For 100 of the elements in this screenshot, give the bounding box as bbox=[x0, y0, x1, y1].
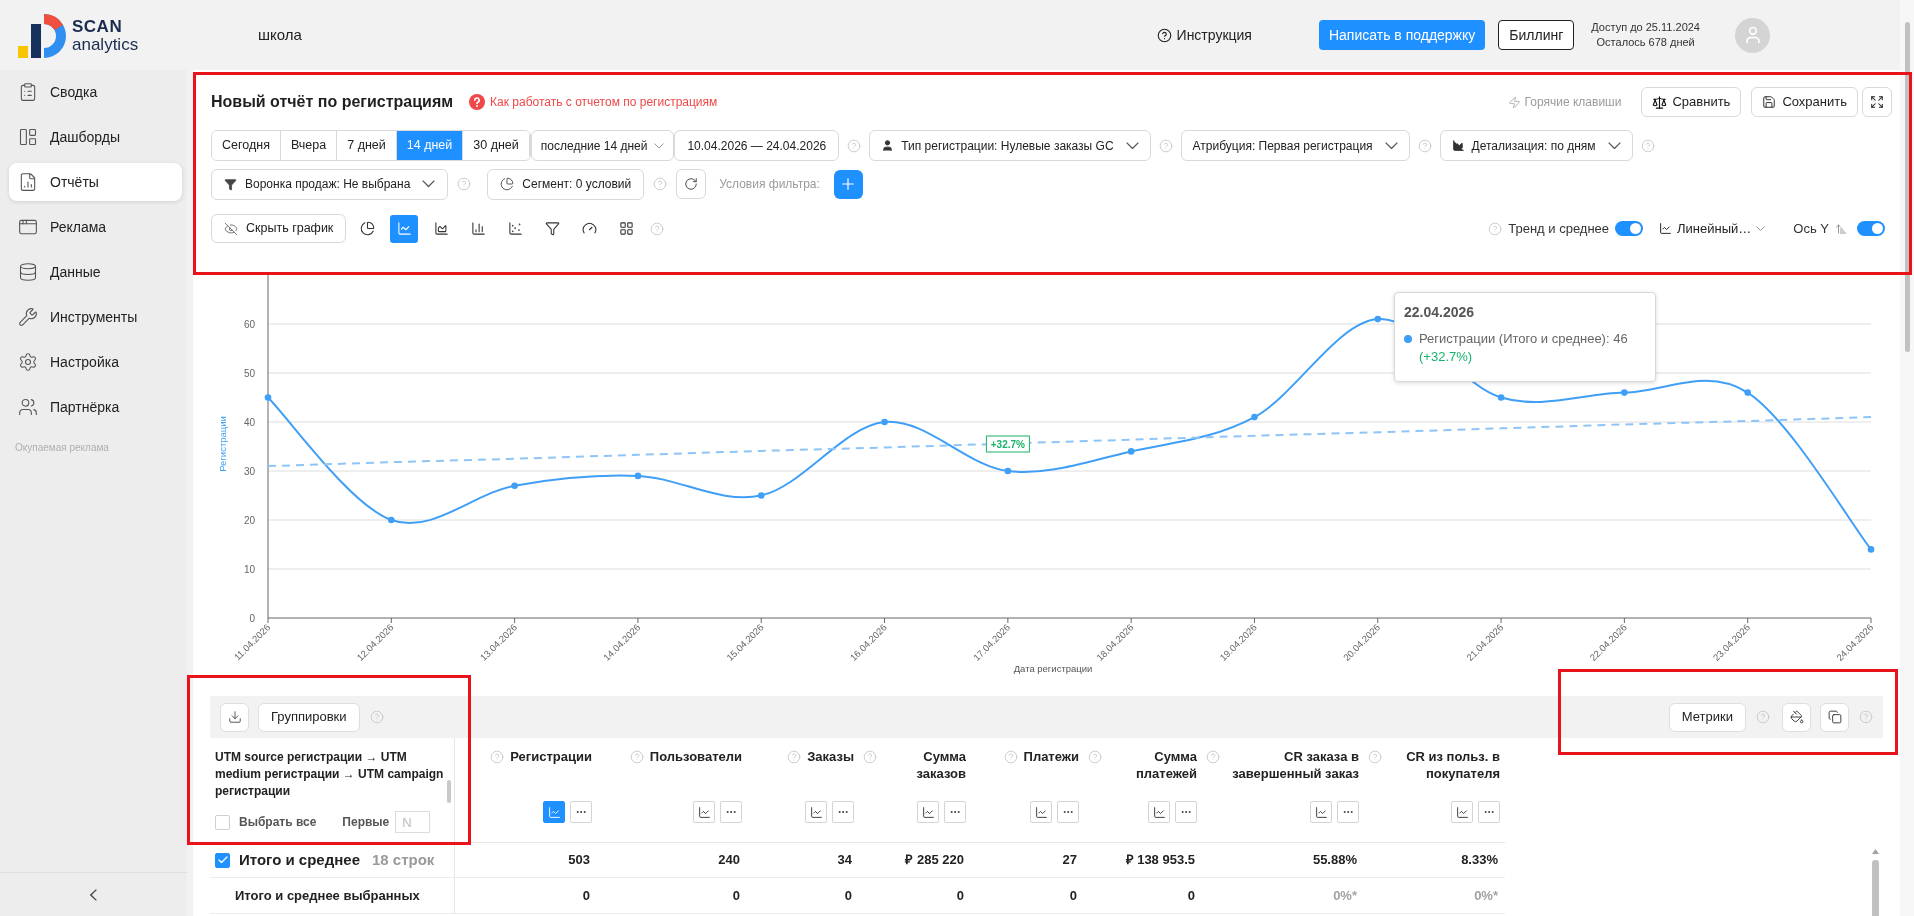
select-all-checkbox[interactable] bbox=[215, 814, 230, 830]
scrollbar-thumb[interactable] bbox=[1904, 22, 1910, 352]
help-icon[interactable] bbox=[1206, 750, 1220, 764]
more-button[interactable] bbox=[1337, 801, 1359, 823]
area-chart-icon bbox=[433, 221, 449, 236]
axis-tick-label: 40 bbox=[243, 416, 255, 428]
funnel-select[interactable]: Воронка продаж: Не выбрана bbox=[211, 168, 449, 200]
help-icon[interactable] bbox=[863, 750, 877, 764]
filter-select[interactable]: Тип регистрации: Нулевые заказы GC bbox=[869, 130, 1151, 161]
period-select[interactable]: последние 14 дней bbox=[530, 130, 675, 161]
row-checkbox[interactable] bbox=[215, 852, 230, 868]
paint-button[interactable] bbox=[1782, 702, 1811, 732]
data-point bbox=[634, 472, 642, 480]
help-icon[interactable] bbox=[490, 750, 505, 764]
column-title[interactable]: CR заказа в завершенный заказ bbox=[1226, 748, 1359, 782]
area-chart-icon bbox=[1451, 139, 1465, 152]
help-icon[interactable] bbox=[1088, 750, 1102, 764]
scatter-chart-icon bbox=[507, 221, 523, 236]
column-title[interactable]: Регистрации bbox=[510, 748, 592, 765]
column-title[interactable]: Сумма платежей bbox=[1108, 748, 1197, 782]
filter-select[interactable]: Детализация: по дням bbox=[1439, 130, 1633, 161]
refresh-button[interactable] bbox=[676, 169, 707, 199]
date-range-field[interactable]: 10.04.2026 — 24.04.2026 bbox=[674, 130, 840, 161]
help-icon[interactable] bbox=[1488, 221, 1503, 236]
sidebar-item[interactable]: Отчёты bbox=[9, 163, 182, 201]
sidebar-item[interactable]: Данные bbox=[9, 253, 182, 291]
table-cell-text: 0 bbox=[1186, 886, 1196, 905]
period-button[interactable]: Сегодня bbox=[212, 131, 281, 160]
help-icon[interactable] bbox=[1640, 138, 1655, 153]
line-chart-icon bbox=[1659, 222, 1673, 235]
axis-tick-label: 30 bbox=[243, 465, 255, 477]
select-all-label[interactable]: Выбрать все bbox=[239, 813, 317, 831]
avatar-icon[interactable] bbox=[1735, 17, 1770, 53]
clipboard-list-icon bbox=[18, 82, 38, 102]
help-icon[interactable] bbox=[650, 221, 665, 236]
more-button[interactable] bbox=[720, 801, 742, 823]
more-button[interactable] bbox=[944, 801, 966, 823]
help-icon[interactable] bbox=[1417, 138, 1432, 153]
toggle-switch[interactable] bbox=[1615, 221, 1644, 236]
table-cell-text: ₽ 285 220 bbox=[904, 851, 965, 870]
scrollbar-thumb[interactable] bbox=[447, 780, 451, 803]
paint-bucket-icon bbox=[1789, 710, 1804, 724]
help-icon[interactable] bbox=[847, 138, 862, 153]
sidebar-item[interactable]: Инструменты bbox=[9, 298, 182, 336]
first-n-field[interactable]: N bbox=[395, 811, 431, 833]
more-button[interactable] bbox=[1057, 801, 1079, 823]
more-button[interactable] bbox=[570, 801, 592, 823]
more-button[interactable] bbox=[1175, 801, 1197, 823]
save-button[interactable]: Сохранить bbox=[1751, 87, 1858, 117]
help-icon[interactable] bbox=[457, 177, 472, 191]
column-title[interactable]: Сумма заказов bbox=[883, 748, 966, 782]
chevron-down-icon bbox=[422, 180, 436, 188]
sidebar-item[interactable]: Сводка bbox=[9, 73, 182, 111]
sidebar-item[interactable]: Настройка bbox=[9, 343, 182, 381]
chevron-down-icon bbox=[654, 142, 665, 149]
axis-tick-label: 0 bbox=[249, 612, 255, 624]
line-chart-icon bbox=[1455, 805, 1469, 819]
hide-chart-button[interactable]: Скрыть график bbox=[211, 214, 347, 243]
toggle-switch[interactable] bbox=[1857, 221, 1885, 236]
copy-button[interactable] bbox=[1820, 702, 1849, 732]
sidebar-item[interactable]: Реклама bbox=[9, 208, 182, 246]
data-point bbox=[1127, 448, 1135, 455]
billing-button[interactable]: Биллинг bbox=[1498, 20, 1575, 50]
scroll-up-arrow-icon[interactable] bbox=[1871, 849, 1879, 854]
column-title[interactable]: Платежи bbox=[1023, 748, 1079, 765]
help-link[interactable]: Как работать с отчетом по регистрациям bbox=[490, 93, 718, 111]
y-axis-title: Регистрации bbox=[217, 416, 228, 472]
more-button[interactable] bbox=[832, 801, 854, 823]
column-title[interactable]: Заказы bbox=[807, 748, 854, 765]
add-filter-button[interactable] bbox=[833, 169, 863, 199]
instruction-link[interactable]: Инструкция bbox=[1156, 24, 1252, 46]
table-cell-text: 34 bbox=[836, 851, 853, 870]
scale-select[interactable]: Линейный… bbox=[1659, 218, 1766, 239]
table-cell-text: 27 bbox=[1061, 851, 1078, 870]
project-name[interactable]: школа bbox=[258, 23, 302, 47]
help-icon[interactable] bbox=[787, 750, 802, 764]
table-cell-text: 0 bbox=[731, 886, 741, 905]
line-chart-icon bbox=[921, 805, 935, 819]
fullscreen-button[interactable] bbox=[1862, 87, 1892, 117]
help-icon[interactable] bbox=[653, 177, 668, 191]
filter-select[interactable]: Атрибуция: Первая регистрация bbox=[1180, 130, 1410, 161]
help-icon[interactable] bbox=[1003, 750, 1018, 764]
sidebar-item[interactable]: Партнёрка bbox=[9, 388, 182, 426]
scrollbar-thumb[interactable] bbox=[1871, 860, 1879, 916]
table-cell-text: 503 bbox=[567, 851, 591, 870]
more-button[interactable] bbox=[1478, 801, 1500, 823]
sidebar-item[interactable]: Дашборды bbox=[9, 118, 182, 156]
column-title[interactable]: CR из польз. в покупателя bbox=[1388, 748, 1500, 782]
help-icon[interactable] bbox=[469, 94, 486, 110]
collapse-button[interactable] bbox=[90, 888, 97, 901]
help-icon[interactable] bbox=[629, 750, 644, 764]
help-icon[interactable] bbox=[1158, 138, 1173, 153]
help-icon[interactable] bbox=[1368, 750, 1382, 764]
metrics-button[interactable]: Метрики bbox=[1668, 702, 1746, 732]
groupings-button[interactable]: Группировки bbox=[258, 702, 360, 732]
download-button[interactable] bbox=[220, 702, 249, 732]
compare-button[interactable]: Сравнить bbox=[1641, 87, 1742, 117]
line-chart-icon bbox=[396, 221, 412, 236]
segment-button[interactable]: Сегмент: 0 условий bbox=[487, 168, 645, 200]
column-title[interactable]: Пользователи bbox=[649, 748, 742, 765]
